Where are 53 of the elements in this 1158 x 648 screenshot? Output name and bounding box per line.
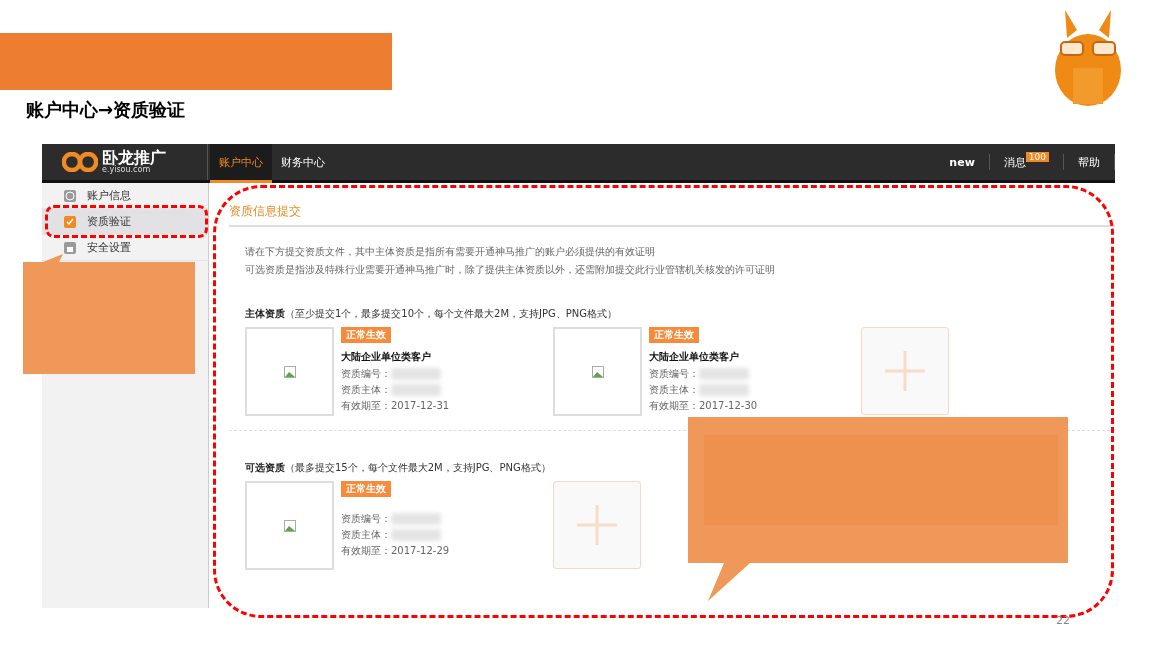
image-thumbnail[interactable]	[553, 327, 642, 416]
card-title: 大陆企业单位类客户	[649, 350, 739, 364]
field-label: 资质主体：	[341, 383, 391, 397]
field-label: 资质主体：	[649, 383, 699, 397]
field-value: 2017-12-31	[391, 399, 450, 413]
logo-domain: e.yisou.com	[102, 166, 152, 174]
count-badge: 100	[1025, 152, 1049, 162]
section-title: 资质信息提交	[229, 203, 1115, 227]
redaction-blur	[391, 368, 441, 380]
nav-tab[interactable]: 账户中心	[210, 144, 272, 183]
field-label: 有效期至：	[341, 399, 391, 413]
field-label: 有效期至：	[341, 544, 391, 558]
redaction-blur	[391, 529, 441, 541]
checkbox-icon	[64, 215, 76, 228]
section-heading: 可选资质（最多提交15个，每个文件最大2M，支持JPG、PNG格式）	[245, 461, 552, 475]
redaction-blur	[699, 384, 749, 396]
logo-name: 卧龙推广	[102, 150, 166, 166]
field-label: 有效期至：	[649, 399, 699, 413]
redaction-blur	[391, 384, 441, 396]
field-label: 资质主体：	[341, 528, 391, 542]
field-value: 2017-12-30	[699, 399, 758, 413]
card-title: 大陆企业单位类客户	[341, 350, 431, 364]
broken-image-icon	[283, 519, 296, 532]
status-badge: 正常生效	[341, 481, 391, 497]
lock-icon	[64, 241, 76, 254]
add-file-button[interactable]	[553, 481, 641, 569]
nav-link[interactable]: 帮助	[1064, 144, 1114, 180]
page-number: 22	[1056, 614, 1070, 627]
broken-image-icon	[283, 365, 296, 378]
field-label: 资质编号：	[341, 367, 391, 381]
nav-link[interactable]: new	[935, 144, 989, 180]
logo-icon	[62, 152, 98, 172]
section-heading: 主体资质（至少提交1个，最多提交10个，每个文件最大2M，支持JPG、PNG格式）	[245, 307, 619, 321]
redaction-blur	[391, 513, 441, 525]
broken-image-icon	[591, 365, 604, 378]
image-thumbnail[interactable]	[245, 481, 334, 570]
plus-icon	[577, 505, 617, 545]
slide-title: 账户中心→资质验证	[26, 98, 186, 122]
status-badge: 正常生效	[341, 327, 391, 343]
status-badge: 正常生效	[649, 327, 699, 343]
description-text: 请在下方提交资质文件，其中主体资质是指所有需要开通神马推广的账户必须提供的有效证明	[245, 245, 656, 259]
messages-link[interactable]: 消息	[1003, 154, 1026, 170]
info-icon	[64, 189, 76, 202]
description-text: 可选资质是指涉及特殊行业需要开通神马推广时，除了提供主体资质以外，还需附加提交此行业管辖机关核发的许可证明	[245, 263, 776, 277]
redaction-blur	[699, 368, 749, 380]
image-thumbnail[interactable]	[245, 327, 334, 416]
sidebar-item[interactable]: 资质验证	[42, 209, 208, 235]
field-label: 资质编号：	[649, 367, 699, 381]
nav-tab[interactable]: 财务中心	[272, 144, 334, 183]
plus-icon	[885, 351, 925, 391]
add-file-button[interactable]	[861, 327, 949, 415]
field-label: 资质编号：	[341, 512, 391, 526]
field-value: 2017-12-29	[391, 544, 450, 558]
